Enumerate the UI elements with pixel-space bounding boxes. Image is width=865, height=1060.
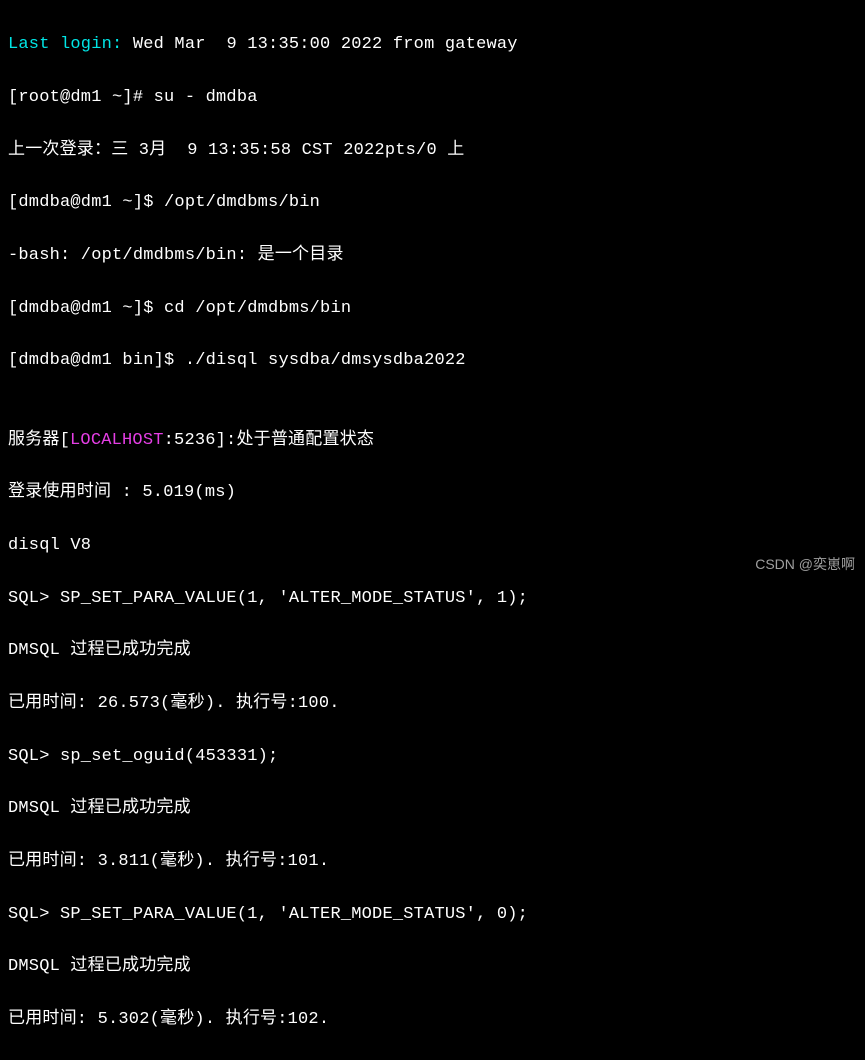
- login-time: 登录使用时间 : 5.019(ms): [8, 480, 857, 506]
- sql-set-oguid: SQL> sp_set_oguid(453331);: [8, 744, 857, 770]
- csdn-watermark: CSDN @奕崽啊: [755, 554, 855, 576]
- sql-set-para-1: SQL> SP_SET_PARA_VALUE(1, 'ALTER_MODE_ST…: [8, 586, 857, 612]
- prompt-dmdba-bin: [dmdba@dm1 ~]$ /opt/dmdbms/bin: [8, 190, 857, 216]
- dmsql-success-1: DMSQL 过程已成功完成: [8, 638, 857, 664]
- prompt-cd-bin: [dmdba@dm1 ~]$ cd /opt/dmdbms/bin: [8, 296, 857, 322]
- bash-error-dir: -bash: /opt/dmdbms/bin: 是一个目录: [8, 243, 857, 269]
- last-login-info: Wed Mar 9 13:35:00 2022 from gateway: [122, 35, 517, 54]
- exec-time-101: 已用时间: 3.811(毫秒). 执行号:101.: [8, 849, 857, 875]
- exec-time-102: 已用时间: 5.302(毫秒). 执行号:102.: [8, 1007, 857, 1033]
- last-login-cn: 上一次登录：三 3月 9 13:35:58 CST 2022pts/0 上: [8, 138, 857, 164]
- disql-version: disql V8: [8, 533, 857, 559]
- server-label-suffix: :5236]:处于普通配置状态: [164, 431, 374, 450]
- terminal-output[interactable]: Last login: Wed Mar 9 13:35:00 2022 from…: [8, 6, 857, 1060]
- server-label-prefix: 服务器[: [8, 431, 70, 450]
- dmsql-success-2: DMSQL 过程已成功完成: [8, 796, 857, 822]
- sql-set-para-0: SQL> SP_SET_PARA_VALUE(1, 'ALTER_MODE_ST…: [8, 902, 857, 928]
- server-status-line: 服务器[LOCALHOST:5236]:处于普通配置状态: [8, 428, 857, 454]
- dmsql-success-3: DMSQL 过程已成功完成: [8, 954, 857, 980]
- last-login-label: Last login:: [8, 35, 122, 54]
- prompt-disql: [dmdba@dm1 bin]$ ./disql sysdba/dmsysdba…: [8, 348, 857, 374]
- last-login-line: Last login: Wed Mar 9 13:35:00 2022 from…: [8, 32, 857, 58]
- server-host: LOCALHOST: [70, 431, 164, 450]
- exec-time-100: 已用时间: 26.573(毫秒). 执行号:100.: [8, 691, 857, 717]
- prompt-root-su: [root@dm1 ~]# su - dmdba: [8, 85, 857, 111]
